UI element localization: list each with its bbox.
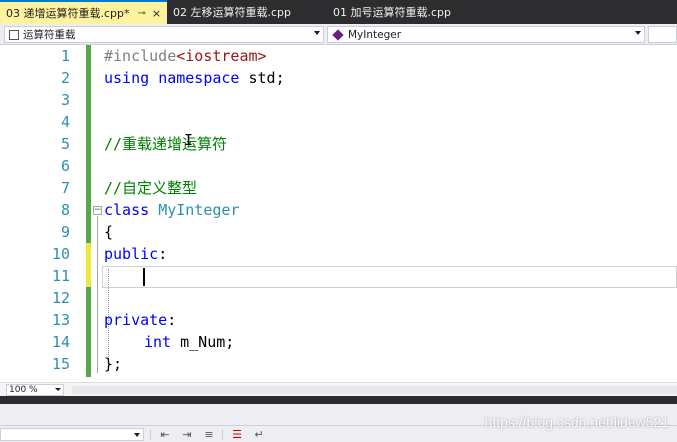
tab-02-left-shift-operator[interactable]: 02 左移运算符重载.cpp [167,0,327,24]
chevron-down-icon [134,433,140,437]
member-value: MyInteger [348,28,402,41]
watermark: https://blog.csdn.net/lidew521 [484,414,669,430]
navigation-bar: 运算符重载 MyInteger [0,24,677,45]
line-number: 5 [60,135,70,153]
line-number: 15 [51,355,70,373]
close-icon[interactable]: × [152,7,161,20]
code-line: class MyInteger [104,201,240,219]
line-number: 3 [60,91,70,109]
go-to-previous-icon[interactable]: ⇤ [158,428,172,441]
function-dropdown[interactable] [648,26,677,43]
scope-dropdown[interactable]: 运算符重载 [4,26,324,43]
code-line: private: [104,311,177,329]
code-comment: //重载递增运算符 [104,135,228,153]
line-number: 12 [51,289,70,307]
pin-icon[interactable]: ⊸ [138,8,146,19]
line-number: 13 [51,311,70,329]
toolbar-separator [222,429,223,440]
horizontal-scrollbar[interactable] [72,386,677,394]
go-to-next-icon[interactable]: ⇥ [180,428,194,441]
panel-separator [0,396,677,404]
zoom-value: 100 % [9,385,38,395]
text-caret [143,268,145,286]
line-number: 8 [60,201,70,219]
line-number: 7 [60,179,70,197]
chevron-down-icon [55,388,61,391]
clear-all-icon[interactable]: ☰ [230,428,244,441]
code-comment: //自定义整型 [104,179,198,197]
i-beam-cursor-icon: I [184,131,194,149]
member-dropdown[interactable]: MyInteger [327,26,645,43]
scope-value: 运算符重载 [23,29,76,41]
code-line: int m_Num; [144,333,235,351]
find-message-icon[interactable]: ≡ [202,428,216,441]
zoom-dropdown[interactable]: 100 % [6,384,64,396]
line-number: 2 [60,69,70,87]
document-tab-strip: 03 递增运算符重载.cpp* ⊸ × 02 左移运算符重载.cpp 01 加号… [0,0,677,24]
code-line: public: [104,245,168,263]
code-line: using namespace std; [104,69,285,87]
output-source-dropdown[interactable] [0,428,144,441]
tab-label: 01 加号运算符重载.cpp [333,6,452,19]
project-icon [9,29,19,40]
line-number: 10 [51,245,70,263]
line-number: 9 [60,223,70,241]
class-icon [332,28,344,41]
code-line: }; [104,355,123,373]
toolbar-separator [150,429,151,440]
editor-status-row: 100 % [0,382,677,396]
code-line: { [104,223,114,241]
word-wrap-icon[interactable]: ↵ [252,428,266,441]
line-number: 4 [60,113,70,131]
code-line: #include<iostream> [104,47,267,65]
tab-label: 03 递增运算符重载.cpp* [6,7,130,20]
tab-label: 02 左移运算符重载.cpp [173,6,292,19]
tab-01-plus-operator[interactable]: 01 加号运算符重载.cpp [327,0,487,24]
code-editor[interactable]: − 1 #include<iostream> 2 using namespace… [0,45,677,382]
line-number: 1 [60,47,70,65]
line-number: 14 [51,333,70,351]
chevron-down-icon [635,31,641,35]
line-number: 6 [60,157,70,175]
tab-03-increment-operator[interactable]: 03 递增运算符重载.cpp* ⊸ × [0,0,167,24]
line-number: 11 [51,267,70,285]
chevron-down-icon [314,31,320,35]
